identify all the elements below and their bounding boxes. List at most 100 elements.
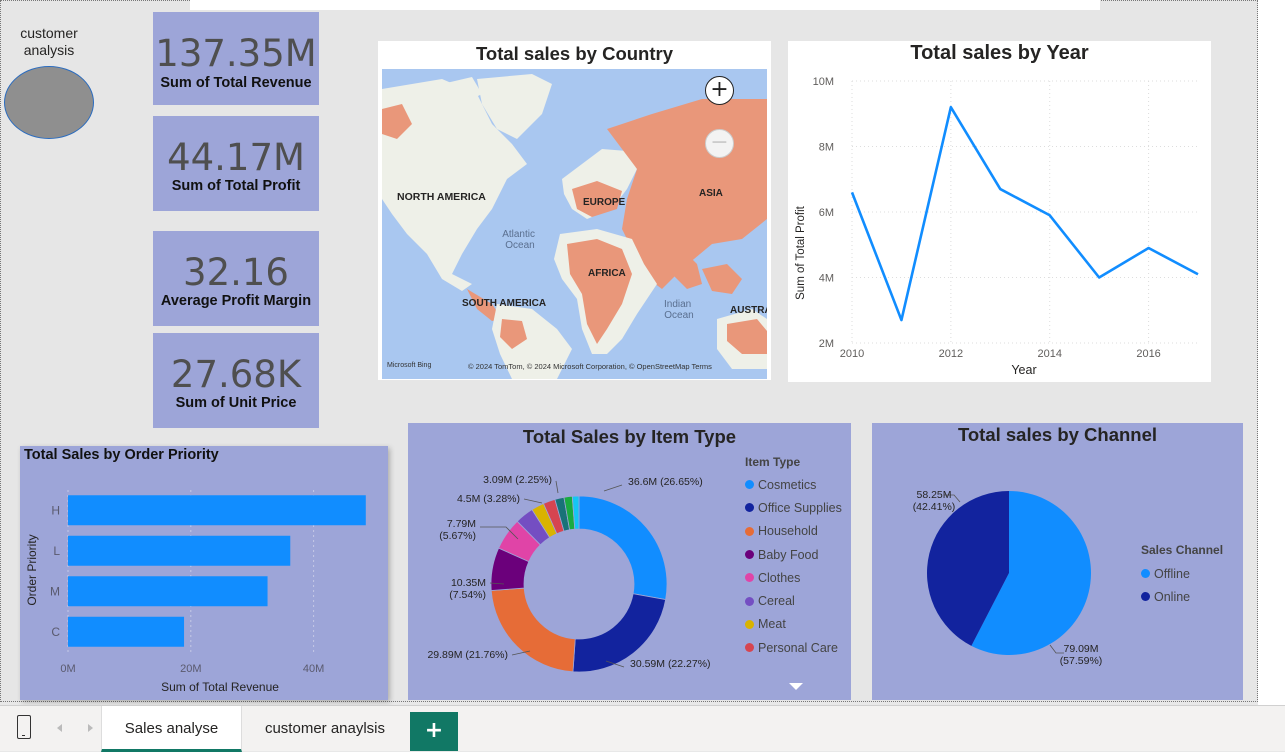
bar-L[interactable] [68, 535, 291, 566]
bar-ytick: M [50, 584, 60, 598]
bar-chart-svg: Order Priority Sum of Total Revenue 0M 20… [25, 490, 366, 694]
map-visual[interactable]: Total sales by Country NORTH AMERICA EUR… [378, 41, 771, 380]
world-map[interactable]: NORTH AMERICA EUROPE ASIA AFRICA SOUTH A… [382, 69, 767, 379]
legend-item[interactable]: Baby Food [745, 543, 850, 566]
donut-data-label: 3.09M (2.25%) [483, 474, 552, 486]
navigation-oval-button[interactable] [4, 66, 94, 139]
bar-xtick: 20M [180, 663, 201, 675]
line-ytick: 4M [819, 273, 834, 285]
line-ytick: 6M [819, 207, 834, 219]
bar-ytick: L [53, 544, 60, 558]
line-chart-svg: Sum of Total Profit Year 2M 4M 6M 8M 10M 2010… [795, 76, 1199, 377]
tab-customer-anaylsis[interactable]: customer anaylsis [246, 706, 404, 752]
kpi-total-revenue: 137.35M Sum of Total Revenue [153, 12, 319, 105]
legend-label: Personal Care [758, 640, 838, 655]
legend-item[interactable]: Online [1141, 585, 1241, 608]
pie-leader-offline [1049, 644, 1064, 654]
legend-item[interactable]: Personal Care [745, 636, 850, 659]
pie-legend-title: Sales Channel [1141, 543, 1224, 557]
donut-data-label: 30.59M (22.27%) [630, 658, 711, 670]
mobile-layout-icon-dot [22, 734, 25, 736]
indian-line2: Ocean [664, 310, 693, 321]
donut-data-label: 10.35M (7.54%) [449, 577, 486, 601]
label-atlantic: Atlantic Ocean [502, 229, 538, 251]
donut-data-label: 36.6M (26.65%) [628, 476, 703, 488]
bar-xtick: 40M [303, 663, 324, 675]
pie-data-label-offline: 79.09M (57.59%) [1060, 643, 1103, 667]
prev-page-icon[interactable] [57, 724, 62, 732]
mobile-layout-icon[interactable] [17, 715, 31, 739]
line-chart-visual[interactable]: Total sales by Year Sum of Total Profit … [788, 41, 1211, 382]
next-page-icon[interactable] [88, 724, 93, 732]
legend-item[interactable]: Offline [1141, 562, 1241, 585]
legend-marker [745, 573, 754, 583]
line-xtick: 2016 [1136, 348, 1160, 360]
legend-item[interactable]: Office Supplies [745, 496, 850, 519]
kpi-value: 137.35M [155, 32, 317, 75]
kpi-label: Average Profit Margin [160, 293, 312, 309]
donut-legend-items: Cosmetics Office Supplies Household Baby Fo… [745, 473, 850, 659]
page-tab-bar: Sales analyse customer anaylsis + [0, 705, 1285, 752]
add-page-button[interactable]: + [410, 712, 458, 751]
label-australia: AUSTRA [730, 305, 767, 316]
bar-ytick: C [51, 625, 60, 639]
donut-data-label: 4.5M (3.28%) [457, 493, 520, 505]
bar-C[interactable] [68, 616, 185, 647]
pie-chart-visual[interactable]: Total sales by Channel 58.25M (42.41%) 79.… [872, 423, 1243, 700]
kpi-label: Sum of Total Profit [171, 178, 301, 194]
legend-label: Baby Food [758, 547, 819, 562]
kpi-unit-price: 27.68K Sum of Unit Price [153, 333, 319, 428]
line-ylabel: Sum of Total Profit [795, 205, 807, 300]
bing-logo: Microsoft Bing [387, 362, 431, 369]
scroll-down-icon[interactable] [789, 683, 803, 690]
label-europe: EUROPE [583, 197, 626, 208]
line-series-profit[interactable] [850, 105, 1199, 322]
top-strip [190, 0, 1100, 10]
donut-chart-visual[interactable]: Total Sales by Item Type 36.6M (26.65%) 3… [408, 423, 851, 700]
legend-item[interactable]: Clothes [745, 566, 850, 589]
legend-marker [745, 596, 754, 606]
line-xtick: 2012 [939, 348, 963, 360]
tab-sales-analyse[interactable]: Sales analyse [101, 706, 242, 752]
map-attribution[interactable]: © 2024 TomTom, © 2024 Microsoft Corporat… [468, 362, 712, 371]
pie-legend-items: Offline Online [1141, 562, 1241, 608]
bar-M[interactable] [68, 576, 268, 607]
legend-item[interactable]: Household [745, 520, 850, 543]
donut-legend-title: Item Type [745, 455, 801, 469]
right-margin [1258, 0, 1285, 705]
donut-legend: Item Type Cosmetics Office Supplies Househ… [745, 455, 850, 659]
legend-label: Meat [758, 617, 786, 632]
legend-item[interactable]: Meat [745, 613, 850, 636]
line-ytick: 8M [819, 142, 834, 154]
legend-label: Offline [1154, 566, 1190, 581]
minus-icon: − [710, 130, 729, 155]
donut-slice-0[interactable] [578, 495, 668, 601]
kpi-value: 32.16 [183, 251, 289, 294]
bar-chart-visual[interactable]: Total Sales by Order Priority Order Prio… [20, 446, 388, 700]
line-ytick: 2M [819, 338, 834, 350]
legend-marker [1141, 569, 1150, 578]
zoom-in-button[interactable]: + [705, 76, 734, 105]
zoom-out-button[interactable]: − [705, 129, 734, 158]
label-indian: Indian Ocean [664, 299, 694, 321]
legend-item[interactable]: Cosmetics [745, 473, 850, 496]
legend-marker [745, 480, 754, 490]
legend-label: Online [1154, 589, 1191, 604]
legend-label: Cereal [758, 594, 795, 609]
legend-marker [745, 503, 754, 513]
legend-item[interactable]: Cereal [745, 589, 850, 612]
legend-label: Office Supplies [758, 500, 842, 515]
bar-H[interactable] [68, 495, 366, 526]
legend-marker [745, 619, 754, 629]
plus-icon: + [710, 77, 729, 102]
legend-marker [1141, 592, 1150, 601]
indian-line1: Indian [664, 299, 691, 310]
donut-leader-6 [555, 480, 559, 494]
map-title: Total sales by Country [475, 43, 674, 64]
legend-marker [745, 550, 754, 560]
label-north-america: NORTH AMERICA [397, 191, 486, 203]
atlantic-line1: Atlantic [502, 229, 535, 240]
donut-leader-5 [523, 498, 543, 504]
pie-legend: Sales Channel Offline Online [1141, 543, 1241, 608]
customer-analysis-label: customer analysis [20, 25, 78, 58]
